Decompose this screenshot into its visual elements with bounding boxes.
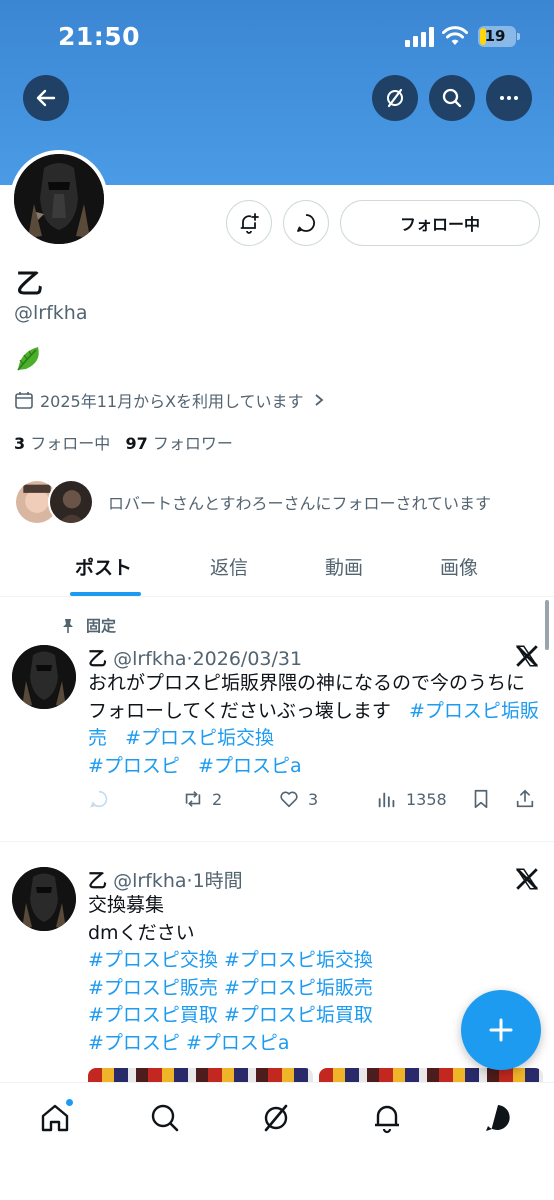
messages-icon — [486, 1105, 510, 1131]
leafy-green-emoji — [17, 347, 39, 371]
scrollbar[interactable] — [545, 600, 549, 650]
media-image-2[interactable] — [318, 1068, 543, 1082]
post-1-text[interactable]: おれがプロスピ垢販界隈の神になるので今のうちにフォローしてくださいぶっ壊します … — [88, 670, 543, 780]
calendar-icon — [15, 392, 33, 409]
post-2-header: 乙 @lrfkha·1時間 — [88, 870, 243, 892]
bell-icon — [375, 1105, 399, 1134]
x-logo-icon — [515, 645, 539, 667]
tab-images[interactable]: 画像 — [440, 553, 478, 580]
battery-percent: 19 — [484, 27, 506, 45]
views-count: 1358 — [406, 789, 447, 809]
post-1-actions: 2 3 1358 — [88, 788, 543, 816]
message-button[interactable] — [283, 200, 329, 246]
x-logo-icon — [515, 868, 539, 890]
followed-by-text: ロバートさんとすわろーさんにフォローされています — [108, 494, 492, 513]
home-notification-dot — [65, 1098, 74, 1107]
battery-icon: 19 — [478, 26, 520, 47]
following-link[interactable]: 3 フォロー中 — [14, 434, 110, 453]
retweet-button[interactable]: 2 — [182, 788, 222, 810]
joined-text: 2025年11月からXを利用しています — [40, 392, 304, 411]
hashtag-line[interactable]: #プロスピ販売 #プロスピ垢販売 — [88, 975, 543, 1003]
cellular-signal-icon — [405, 27, 434, 47]
nav-search[interactable] — [148, 1101, 182, 1135]
pinned-label-row: 固定 — [60, 615, 116, 636]
hashtag[interactable]: #プロスピ — [88, 755, 180, 777]
post-2-handle[interactable]: @lrfkha — [113, 870, 186, 892]
active-tab-indicator — [70, 592, 141, 596]
nav-messages[interactable] — [481, 1101, 515, 1135]
post-1-name[interactable]: 乙 — [88, 648, 107, 670]
followers-link[interactable]: 97 フォロワー — [126, 434, 233, 453]
bookmark-icon — [474, 789, 488, 809]
grok-icon — [387, 88, 403, 108]
masked-helmet-avatar-image — [14, 154, 104, 244]
follower-avatar-2 — [48, 479, 94, 525]
profile-avatar[interactable] — [10, 150, 108, 248]
profile-handle: @lrfkha — [14, 302, 88, 324]
views-button[interactable]: 1358 — [376, 788, 447, 810]
post-2-name[interactable]: 乙 — [88, 870, 107, 892]
tab-posts[interactable]: ポスト — [75, 553, 132, 580]
plus-icon — [489, 1018, 513, 1042]
bottom-navigation — [0, 1082, 554, 1200]
more-button[interactable] — [486, 75, 532, 121]
hashtag[interactable]: #プロスピ垢交換 — [125, 727, 274, 749]
following-count: 3 — [14, 434, 26, 453]
bell-plus-icon — [240, 213, 259, 234]
following-button[interactable]: フォロー中 — [340, 200, 540, 246]
joined-date[interactable]: 2025年11月からXを利用しています — [14, 388, 332, 412]
post-1-time[interactable]: 2026/03/31 — [193, 648, 303, 670]
profile-tabs: ポスト 返信 動画 画像 — [0, 540, 554, 597]
share-icon — [516, 789, 534, 808]
search-button[interactable] — [429, 75, 475, 121]
search-icon — [442, 88, 462, 108]
notifications-bell-button[interactable] — [226, 200, 272, 246]
search-icon — [151, 1104, 179, 1132]
more-icon — [500, 96, 518, 100]
back-arrow-icon — [36, 89, 56, 107]
pin-icon — [63, 618, 73, 633]
followed-by-row[interactable]: ロバートさんとすわろーさんにフォローされています — [14, 478, 491, 526]
media-image-1[interactable] — [88, 1068, 313, 1082]
post-1-handle[interactable]: @lrfkha — [113, 648, 186, 670]
pinned-label: 固定 — [86, 617, 117, 635]
hashtag-line[interactable]: #プロスピ交換 #プロスピ垢交換 — [88, 947, 543, 975]
views-chart-icon — [378, 792, 395, 808]
back-button[interactable] — [23, 75, 69, 121]
tab-replies[interactable]: 返信 — [210, 553, 248, 580]
post-divider — [0, 841, 554, 842]
status-time: 21:50 — [58, 22, 141, 51]
retweet-count: 2 — [212, 789, 223, 809]
like-button[interactable]: 3 — [278, 788, 318, 810]
chevron-right-icon — [314, 394, 323, 406]
wifi-icon — [442, 26, 468, 45]
post-1-avatar[interactable] — [12, 645, 76, 709]
post-2-media[interactable] — [88, 1068, 543, 1082]
followers-count: 97 — [125, 434, 148, 453]
post-2-time[interactable]: 1時間 — [193, 870, 243, 892]
compose-button[interactable] — [461, 990, 541, 1070]
grok-button[interactable] — [372, 75, 418, 121]
like-count: 3 — [308, 789, 319, 809]
hashtag[interactable]: #プロスピa — [198, 755, 302, 777]
grok-icon — [264, 1104, 288, 1132]
heart-icon — [280, 791, 298, 808]
post-1-header: 乙 @lrfkha·2026/03/31 — [88, 648, 303, 670]
tab-videos[interactable]: 動画 — [325, 553, 363, 580]
follow-counts: 3 フォロー中 97 フォロワー — [14, 430, 233, 454]
bookmark-button[interactable] — [470, 788, 500, 810]
post-2-avatar[interactable] — [12, 867, 76, 931]
reply-button[interactable] — [88, 788, 118, 810]
reply-icon — [90, 790, 108, 808]
status-bar: 21:50 19 — [0, 0, 554, 72]
nav-notifications[interactable] — [370, 1101, 404, 1135]
nav-home[interactable] — [38, 1098, 74, 1135]
nav-grok[interactable] — [259, 1101, 293, 1135]
share-button[interactable] — [514, 788, 544, 810]
chat-bubble-icon — [297, 214, 315, 232]
retweet-icon — [185, 791, 201, 807]
profile-name: 乙 — [16, 269, 43, 300]
